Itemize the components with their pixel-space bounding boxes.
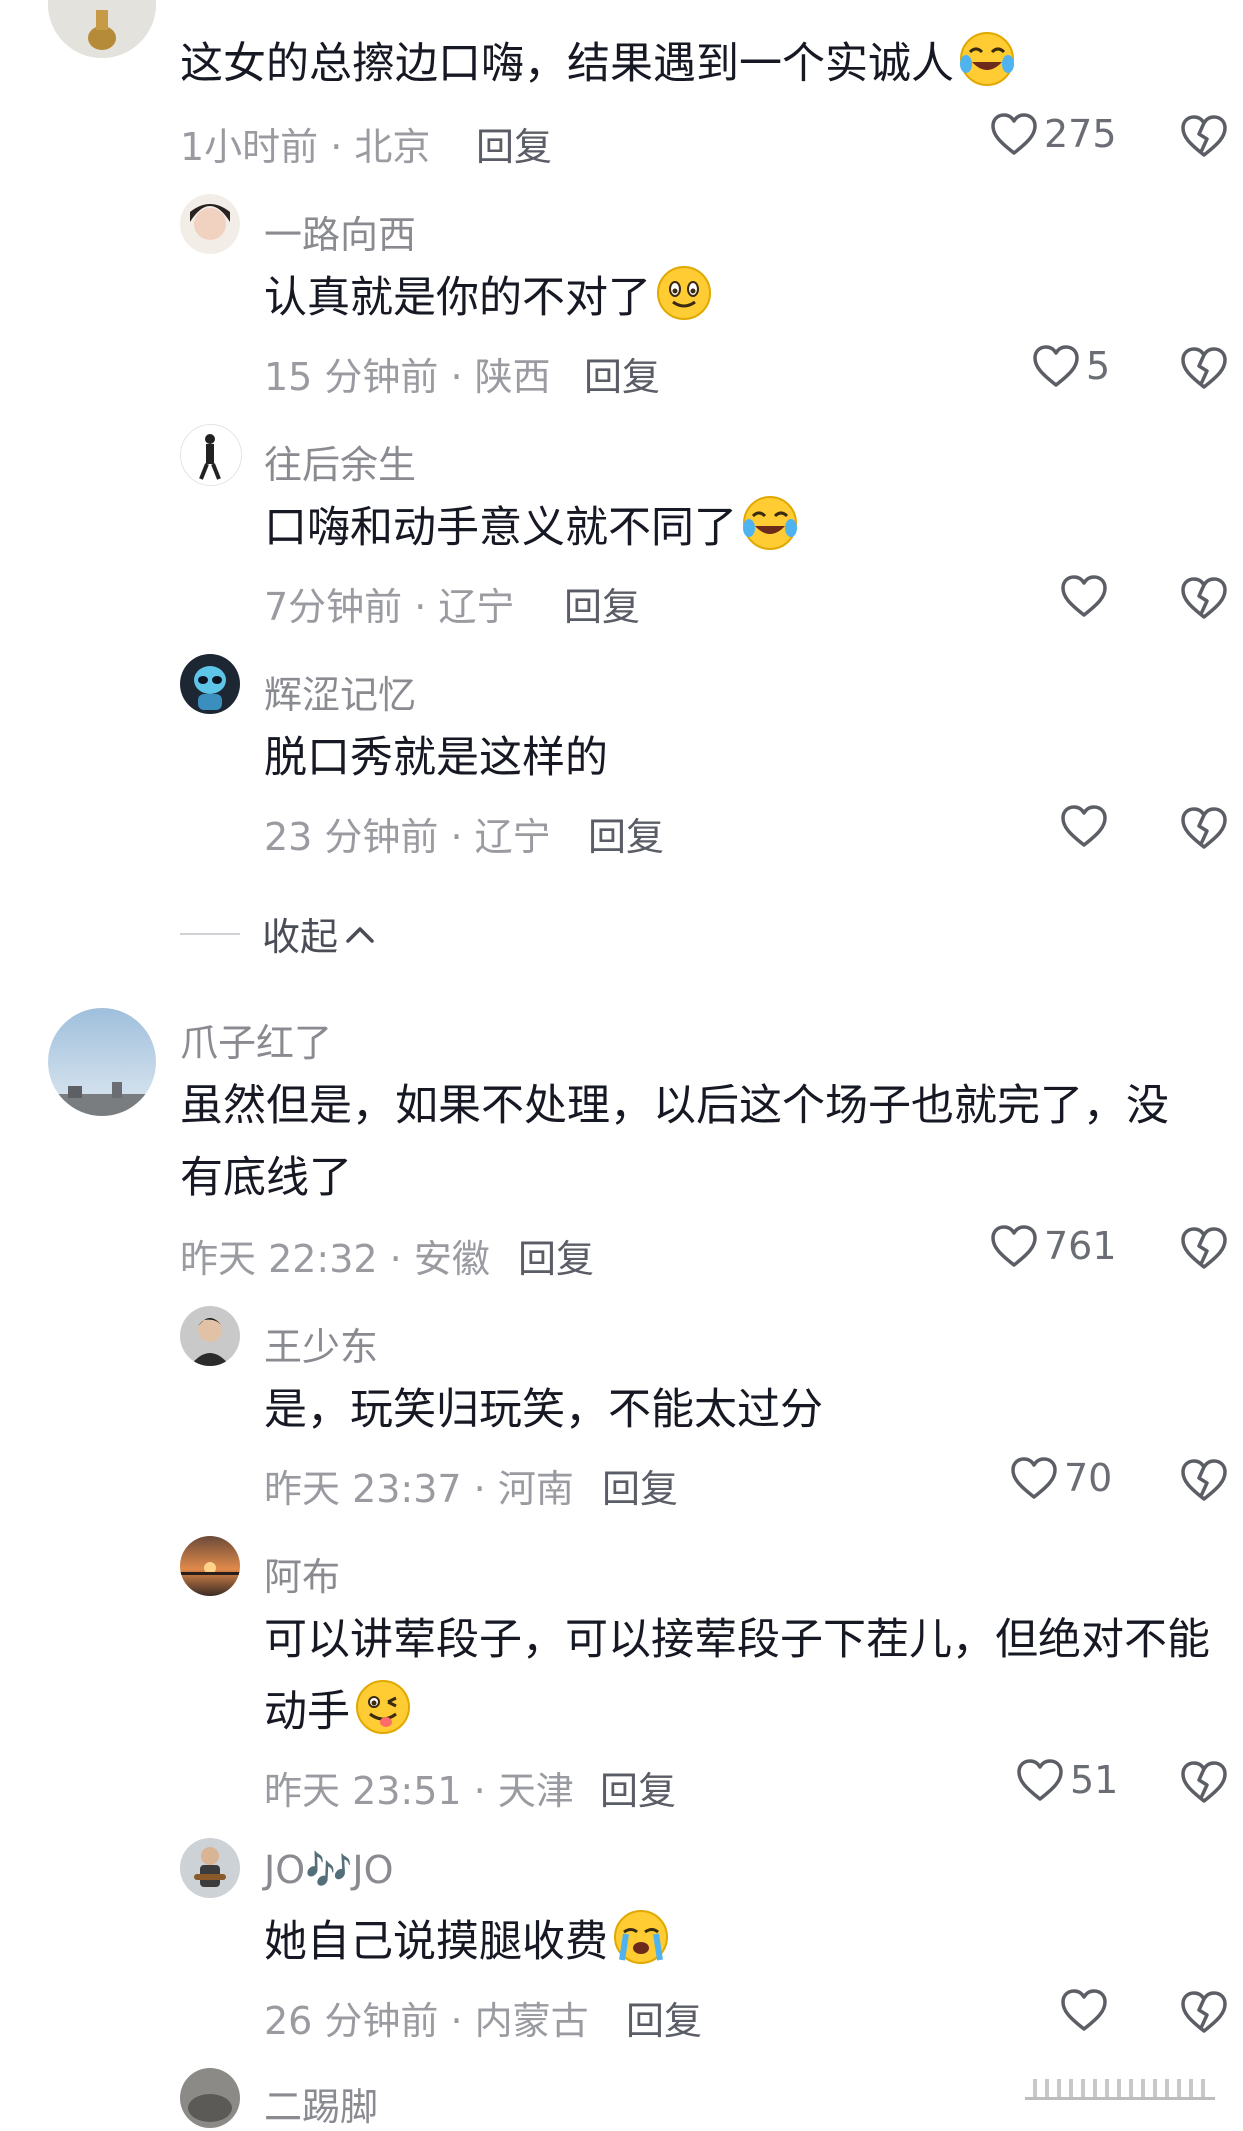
- avatar[interactable]: [180, 1536, 240, 1596]
- reply-button[interactable]: 回复: [626, 1990, 702, 2045]
- like-button[interactable]: 70: [1010, 1456, 1112, 1500]
- dislike-button[interactable]: [1180, 1458, 1228, 1506]
- comment-meta: 26 分钟前 · 内蒙古: [264, 1999, 589, 2043]
- comment-meta: 昨天 23:51 · 天津: [264, 1769, 574, 1813]
- comment-text: 这女的总擦边口嗨，结果遇到一个实诚人: [180, 28, 1016, 100]
- user-name[interactable]: 爪子红了: [180, 1012, 332, 1067]
- dislike-button[interactable]: [1180, 1990, 1228, 2038]
- reply-button[interactable]: 回复: [564, 576, 640, 631]
- reply-button[interactable]: 回复: [600, 1760, 676, 1815]
- winking-tongue-emoji: [356, 1680, 410, 1734]
- heart-icon: [991, 1225, 1037, 1267]
- avatar[interactable]: [180, 1838, 240, 1898]
- divider: [180, 932, 240, 935]
- heart-icon: [1061, 1989, 1107, 2031]
- user-name[interactable]: JO🎶JO: [264, 1848, 394, 1893]
- like-button[interactable]: [1060, 574, 1114, 618]
- smiling-emoji: [657, 266, 711, 320]
- broken-heart-icon: [1181, 1991, 1227, 2033]
- broken-heart-icon: [1181, 1761, 1227, 1803]
- heart-icon: [1011, 1457, 1057, 1499]
- broken-heart-icon: [1181, 577, 1227, 619]
- dislike-button[interactable]: [1180, 806, 1228, 854]
- chevron-up-icon: [346, 926, 374, 943]
- laughing-crying-emoji: [743, 496, 797, 550]
- watermark-icon: [1025, 2075, 1215, 2109]
- like-count: 275: [1044, 112, 1117, 156]
- reply-button[interactable]: 回复: [602, 1458, 678, 1513]
- comment-text-continued: 有底线了: [180, 1153, 352, 1203]
- dislike-button[interactable]: [1180, 346, 1228, 394]
- dislike-button[interactable]: [1180, 1760, 1228, 1808]
- comment-text: 虽然但是，如果不处理，以后这个场子也就完了，没: [180, 1081, 1169, 1131]
- laughing-crying-emoji: [960, 32, 1014, 86]
- avatar[interactable]: [180, 194, 240, 254]
- avatar[interactable]: [180, 424, 242, 486]
- comment-meta: 7分钟前 · 辽宁: [264, 585, 515, 629]
- broken-heart-icon: [1181, 1227, 1227, 1269]
- user-name[interactable]: 阿布: [264, 1546, 340, 1601]
- dislike-button[interactable]: [1180, 576, 1228, 624]
- reply-button[interactable]: 回复: [588, 806, 664, 861]
- comment-text-continued: 动手: [264, 1676, 412, 1748]
- user-name[interactable]: 二踢脚: [264, 2076, 378, 2131]
- comment-text: 口嗨和动手意义就不同了: [264, 492, 799, 564]
- broken-heart-icon: [1181, 115, 1227, 157]
- reply-button[interactable]: 回复: [476, 116, 552, 171]
- broken-heart-icon: [1181, 347, 1227, 389]
- broken-heart-icon: [1181, 1459, 1227, 1501]
- comment-meta: 15 分钟前 · 陕西: [264, 355, 551, 399]
- comment-text: 脱口秀就是这样的: [264, 733, 608, 783]
- comment-text: 是，玩笑归玩笑，不能太过分: [264, 1385, 823, 1435]
- like-count: 5: [1086, 344, 1111, 388]
- avatar[interactable]: [180, 2068, 240, 2128]
- comment-text: 认真就是你的不对了: [264, 262, 713, 334]
- avatar[interactable]: [48, 0, 156, 58]
- comment-text: 她自己说摸腿收费: [264, 1906, 670, 1978]
- like-count: 761: [1044, 1224, 1117, 1268]
- heart-icon: [1033, 345, 1079, 387]
- reply-button[interactable]: 回复: [518, 1228, 594, 1283]
- collapse-label: 收起: [262, 915, 339, 959]
- broken-heart-icon: [1181, 807, 1227, 849]
- user-name[interactable]: 往后余生: [264, 434, 416, 489]
- heart-icon: [1061, 805, 1107, 847]
- like-count: 51: [1070, 1758, 1119, 1802]
- like-button[interactable]: 51: [1016, 1758, 1118, 1802]
- like-count: 70: [1064, 1456, 1113, 1500]
- crying-emoji: [614, 1910, 668, 1964]
- heart-icon: [1017, 1759, 1063, 1801]
- comment-meta: 昨天 23:37 · 河南: [264, 1467, 574, 1511]
- avatar[interactable]: [48, 1008, 156, 1116]
- dislike-button[interactable]: [1180, 114, 1228, 162]
- like-button[interactable]: [1060, 1988, 1114, 2032]
- dislike-button[interactable]: [1180, 1226, 1228, 1274]
- user-name[interactable]: 一路向西: [264, 204, 416, 259]
- heart-icon: [1061, 575, 1107, 617]
- comment-text: 可以讲荤段子，可以接荤段子下茬儿，但绝对不能: [264, 1615, 1210, 1665]
- heart-icon: [991, 113, 1037, 155]
- comment-meta: 昨天 22:32 · 安徽: [180, 1237, 490, 1281]
- avatar[interactable]: [180, 1306, 240, 1366]
- like-button[interactable]: [1060, 804, 1114, 848]
- like-button[interactable]: 761: [990, 1224, 1117, 1268]
- collapse-replies-button[interactable]: 收起: [180, 906, 378, 961]
- avatar[interactable]: [180, 654, 240, 714]
- user-name[interactable]: 辉涩记忆: [264, 664, 416, 719]
- like-button[interactable]: 5: [1032, 344, 1110, 388]
- comment-meta: 1小时前 · 北京: [180, 125, 431, 169]
- like-button[interactable]: 275: [990, 112, 1117, 156]
- comment-meta: 23 分钟前 · 辽宁: [264, 815, 551, 859]
- reply-button[interactable]: 回复: [584, 346, 660, 401]
- user-name[interactable]: 王少东: [264, 1316, 378, 1371]
